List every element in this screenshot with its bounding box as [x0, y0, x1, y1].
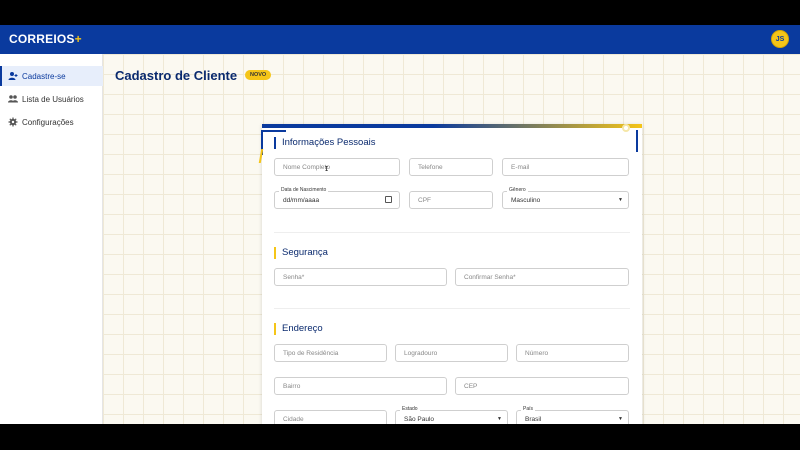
phone-field[interactable]: Telefone — [409, 158, 493, 176]
main-content: Cadastro de Cliente NOVO Informações Pes… — [103, 54, 800, 424]
text-cursor-icon: ɪ — [325, 163, 329, 173]
sidebar-item-label: Lista de Usuários — [22, 94, 84, 104]
calendar-icon[interactable] — [385, 196, 392, 203]
chevron-down-icon: ▼ — [618, 416, 623, 422]
corner-decoration — [626, 130, 638, 152]
residence-type-field[interactable]: Tipo de Residência — [274, 344, 387, 362]
state-select[interactable]: Estado São Paulo ▼ — [395, 406, 508, 424]
number-field[interactable]: Número — [516, 344, 629, 362]
confirm-password-field[interactable]: Confirmar Senha* — [455, 268, 629, 286]
email-field[interactable]: E-mail — [502, 158, 629, 176]
logo[interactable]: CORREIOS+ — [9, 32, 82, 46]
divider — [274, 308, 630, 309]
cpf-field[interactable]: CPF — [409, 191, 493, 209]
user-plus-icon — [8, 71, 18, 81]
gender-select[interactable]: Gênero Masculino ▼ — [502, 187, 629, 209]
form-card: Informações Pessoais Nome Completo ɪ Tel… — [258, 124, 642, 424]
section-title-personal: Informações Pessoais — [274, 137, 375, 149]
card-accent-bar — [262, 124, 642, 128]
gear-icon — [8, 117, 18, 127]
status-badge: NOVO — [245, 70, 272, 80]
avatar[interactable]: JS — [771, 30, 789, 48]
sidebar-item-label: Cadastre-se — [22, 71, 66, 81]
sidebar-item-cadastre-se[interactable]: Cadastre-se — [0, 66, 103, 86]
section-title-security: Segurança — [274, 247, 328, 259]
birthdate-field[interactable]: Data de Nascimento dd/mm/aaaa — [274, 187, 400, 209]
decorative-mark — [258, 149, 268, 163]
zip-field[interactable]: CEP — [455, 377, 629, 395]
street-field[interactable]: Logradouro — [395, 344, 508, 362]
city-field[interactable]: Cidade — [274, 410, 387, 424]
chevron-down-icon: ▼ — [618, 197, 623, 203]
name-field[interactable]: Nome Completo ɪ — [274, 158, 400, 176]
users-icon — [8, 94, 18, 104]
chevron-down-icon: ▼ — [497, 416, 502, 422]
sidebar-item-label: Configurações — [22, 117, 74, 127]
country-select[interactable]: País Brasil ▼ — [516, 406, 629, 424]
letterbox-bar — [0, 424, 800, 450]
app-window: CORREIOS+ JS Cadastre-se Lista de Usuári… — [0, 25, 800, 424]
sidebar: Cadastre-se Lista de Usuários Configuraç… — [0, 54, 103, 424]
sidebar-item-configuracoes[interactable]: Configurações — [0, 112, 103, 132]
page-title: Cadastro de Cliente — [115, 68, 238, 83]
divider — [274, 232, 630, 233]
password-field[interactable]: Senha* — [274, 268, 447, 286]
top-bar: CORREIOS+ JS — [0, 25, 800, 54]
sidebar-item-lista-de-usuarios[interactable]: Lista de Usuários — [0, 89, 103, 109]
corner-dot — [622, 124, 630, 132]
neighborhood-field[interactable]: Bairro — [274, 377, 447, 395]
section-title-address: Endereço — [274, 323, 323, 335]
